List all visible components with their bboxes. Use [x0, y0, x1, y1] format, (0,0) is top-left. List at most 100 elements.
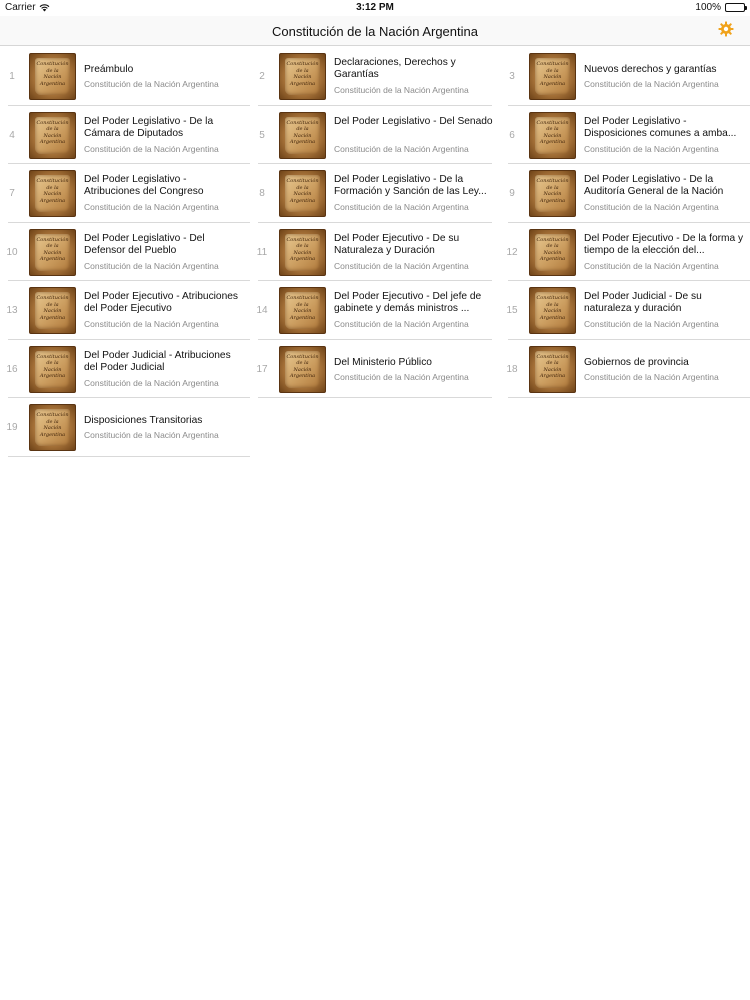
- chapter-number: 18: [506, 363, 518, 375]
- chapter-title: Del Poder Ejecutivo - Atribuciones del P…: [84, 291, 239, 314]
- chapter-item[interactable]: 8 Constitución de la Nación Argentina Del …: [250, 164, 500, 223]
- row-divider: [8, 455, 250, 457]
- thumbnail-script: Constitución de la Nación Argentina: [286, 61, 319, 87]
- scroll-thumbnail: Constitución de la Nación Argentina: [29, 345, 76, 393]
- chapter-number: 15: [506, 305, 518, 316]
- settings-button[interactable]: [716, 21, 736, 41]
- chapter-title: Declaraciones, Derechos y Garantías: [334, 57, 456, 80]
- chapter-number: 12: [506, 246, 518, 258]
- scroll-thumbnail: Constitución de la Nación Argentina: [29, 170, 76, 217]
- scroll-thumbnail: Constitución de la Nación Argentina: [29, 53, 76, 100]
- chapter-subtitle: Constitución de la Nación Argentina: [334, 85, 469, 95]
- chapter-subtitle: Constitución de la Nación Argentina: [334, 319, 469, 329]
- chapter-item[interactable]: 2 Constitución de la Nación Argentina Decl…: [250, 47, 500, 106]
- chapter-subtitle: Constitución de la Nación Argentina: [584, 79, 719, 89]
- chapter-item[interactable]: 1 Constitución de la Nación Argentina Preá…: [0, 47, 250, 106]
- scroll-thumbnail: Constitución de la Nación Argentina: [29, 111, 76, 159]
- thumbnail-script: Constitución de la Nación Argentina: [536, 236, 569, 263]
- status-right: 100%: [695, 2, 747, 13]
- chapter-title: Del Poder Legislativo - Del Defensor del…: [84, 232, 205, 256]
- chapter-title: Del Poder Legislativo - De la Cámara de …: [84, 115, 214, 139]
- thumbnail-script: Constitución de la Nación Argentina: [36, 119, 69, 146]
- chapter-item[interactable]: 4 Constitución de la Nación Argentina Del …: [0, 106, 250, 164]
- scroll-thumbnail: Constitución de la Nación Argentina: [29, 287, 76, 334]
- chapter-title: Disposiciones Transitorias: [84, 415, 203, 426]
- chapter-title: Del Poder Judicial - Atribuciones del Po…: [84, 349, 231, 373]
- scroll-thumbnail: Constitución de la Nación Argentina: [279, 345, 326, 393]
- chapter-item[interactable]: 11 Constitución de la Nación Argentina Del…: [250, 223, 500, 281]
- chapter-number: 3: [509, 71, 515, 82]
- chapter-number: 4: [9, 129, 15, 141]
- chapter-subtitle: Constitución de la Nación Argentina: [84, 377, 219, 388]
- chapter-item[interactable]: 9 Constitución de la Nación Argentina Del …: [500, 164, 750, 223]
- chapter-item[interactable]: 15 Constitución de la Nación Argentina Del…: [500, 281, 750, 340]
- thumbnail-script: Constitución de la Nación Argentina: [286, 178, 319, 204]
- chapter-title: Del Ministerio Público: [334, 356, 432, 368]
- chapter-title: Gobiernos de provincia: [584, 356, 689, 368]
- chapter-title: Nuevos derechos y garantías: [584, 64, 717, 75]
- page-title: Constitución de la Nación Argentina: [272, 24, 478, 39]
- chapter-item[interactable]: 3 Constitución de la Nación Argentina Nuev…: [500, 47, 750, 106]
- chapter-number: 19: [6, 422, 18, 433]
- scroll-thumbnail: Constitución de la Nación Argentina: [529, 345, 576, 393]
- chapter-title: Del Poder Legislativo - De la Auditoría …: [584, 174, 724, 197]
- thumbnail-script: Constitución de la Nación Argentina: [36, 353, 69, 380]
- chapter-number: 14: [256, 305, 268, 316]
- chapter-item[interactable]: 5 Constitución de la Nación Argentina Del …: [250, 106, 500, 164]
- thumbnail-script: Constitución de la Nación Argentina: [36, 295, 69, 321]
- thumbnail-script: Constitución de la Nación Argentina: [36, 178, 69, 204]
- chapter-number: 7: [9, 188, 15, 199]
- chapter-title: Del Poder Ejecutivo - De su Naturaleza y…: [334, 232, 460, 256]
- chapter-item[interactable]: 19 Constitución de la Nación Argentina Dis…: [0, 398, 250, 457]
- battery-percent: 100%: [695, 2, 721, 13]
- chapter-number: 8: [259, 188, 265, 199]
- chapter-number: 1: [9, 71, 15, 82]
- chapter-subtitle: Constitución de la Nación Argentina: [84, 79, 219, 89]
- chapter-subtitle: Constitución de la Nación Argentina: [584, 371, 719, 382]
- chapter-item[interactable]: 6 Constitución de la Nación Argentina Del …: [500, 106, 750, 164]
- chapter-item[interactable]: 13 Constitución de la Nación Argentina Del…: [0, 281, 250, 340]
- thumbnail-script: Constitución de la Nación Argentina: [286, 353, 319, 380]
- thumbnail-script: Constitución de la Nación Argentina: [286, 236, 319, 263]
- chapter-subtitle: Constitución de la Nación Argentina: [334, 371, 469, 382]
- scroll-thumbnail: Constitución de la Nación Argentina: [279, 53, 326, 100]
- chapter-subtitle: Constitución de la Nación Argentina: [334, 143, 469, 154]
- chapter-subtitle: Constitución de la Nación Argentina: [584, 143, 719, 154]
- thumbnail-script: Constitución de la Nación Argentina: [286, 295, 319, 321]
- chapter-subtitle: Constitución de la Nación Argentina: [584, 202, 719, 212]
- chapter-title: Del Poder Legislativo - Disposiciones co…: [584, 115, 737, 139]
- thumbnail-script: Constitución de la Nación Argentina: [536, 295, 569, 321]
- chapter-subtitle: Constitución de la Nación Argentina: [84, 202, 219, 212]
- chapter-item[interactable]: 18 Constitución de la Nación Argentina Gob…: [500, 340, 750, 398]
- scroll-thumbnail: Constitución de la Nación Argentina: [279, 228, 326, 276]
- chapter-subtitle: Constitución de la Nación Argentina: [84, 143, 219, 154]
- chapter-subtitle: Constitución de la Nación Argentina: [334, 202, 469, 212]
- chapter-title: Del Poder Judicial - De su naturaleza y …: [584, 291, 702, 314]
- thumbnail-script: Constitución de la Nación Argentina: [536, 178, 569, 204]
- chapter-number: 9: [509, 188, 515, 199]
- chapter-item[interactable]: 10 Constitución de la Nación Argentina Del…: [0, 223, 250, 281]
- thumbnail-script: Constitución de la Nación Argentina: [36, 412, 69, 438]
- chapter-item[interactable]: 12 Constitución de la Nación Argentina Del…: [500, 223, 750, 281]
- chapter-item[interactable]: 16 Constitución de la Nación Argentina Del…: [0, 340, 250, 398]
- thumbnail-script: Constitución de la Nación Argentina: [286, 119, 319, 146]
- chapter-subtitle: Constitución de la Nación Argentina: [84, 260, 219, 271]
- navigation-bar: Constitución de la Nación Argentina: [0, 16, 750, 46]
- chapter-item[interactable]: 17 Constitución de la Nación Argentina Del…: [250, 340, 500, 398]
- scroll-thumbnail: Constitución de la Nación Argentina: [529, 111, 576, 159]
- chapter-grid: 1 Constitución de la Nación Argentina Preá…: [0, 47, 750, 457]
- thumbnail-script: Constitución de la Nación Argentina: [536, 119, 569, 146]
- thumbnail-script: Constitución de la Nación Argentina: [36, 236, 69, 263]
- battery-icon: [725, 3, 747, 12]
- scroll-thumbnail: Constitución de la Nación Argentina: [29, 228, 76, 276]
- chapter-subtitle: Constitución de la Nación Argentina: [584, 319, 719, 329]
- chapter-subtitle: Constitución de la Nación Argentina: [84, 430, 219, 440]
- chapter-number: 10: [6, 246, 18, 258]
- thumbnail-script: Constitución de la Nación Argentina: [536, 61, 569, 87]
- chapter-item[interactable]: 14 Constitución de la Nación Argentina Del…: [250, 281, 500, 340]
- row-divider: [258, 397, 492, 398]
- chapter-number: 5: [259, 129, 265, 141]
- chapter-item[interactable]: 7 Constitución de la Nación Argentina Del …: [0, 164, 250, 223]
- status-time: 3:12 PM: [356, 2, 394, 13]
- row-divider: [508, 397, 750, 398]
